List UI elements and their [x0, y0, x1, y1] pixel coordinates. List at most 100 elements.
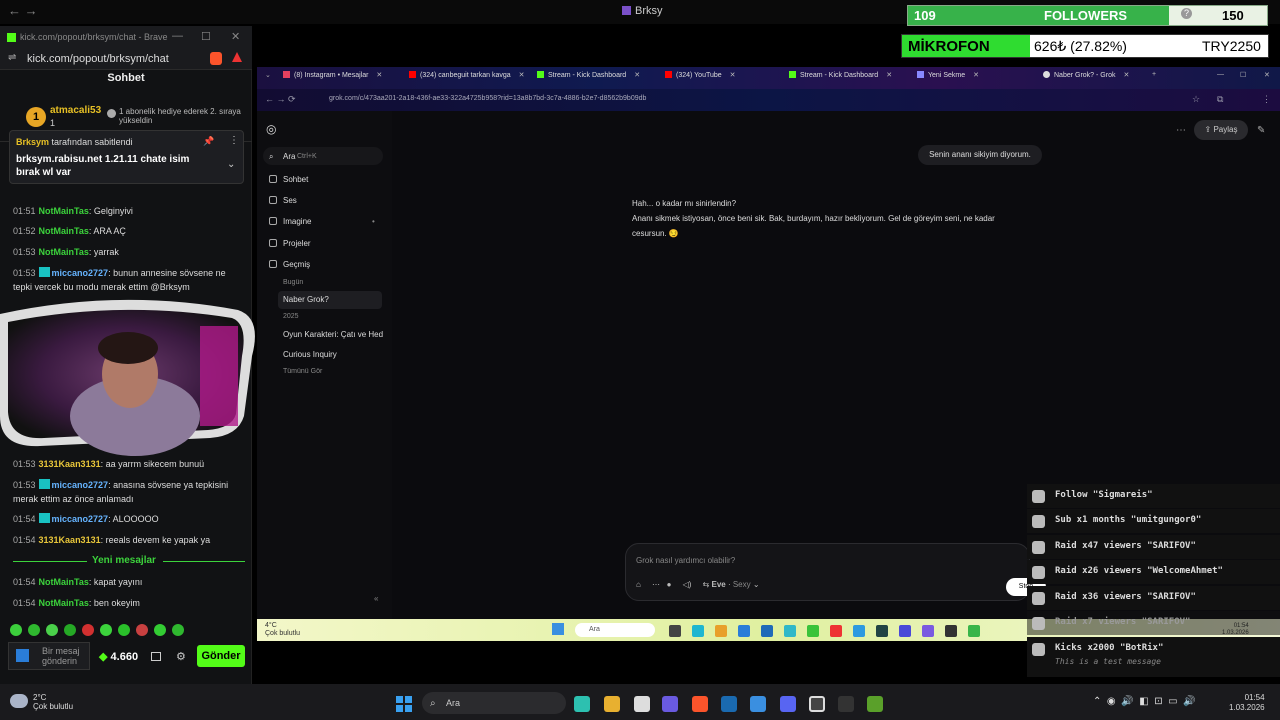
weather-widget[interactable]: 2°C Çok bulutlu: [33, 693, 73, 711]
channel-points[interactable]: ◆ 4.660: [99, 650, 138, 663]
chevron-down-icon[interactable]: ⌄: [227, 159, 235, 170]
steam-icon[interactable]: [721, 696, 737, 712]
address-bar[interactable]: ← → ⟳ grok.com/c/473aa201-2a18-436f-ae33…: [257, 89, 1280, 111]
back-forward-icon[interactable]: ← →: [8, 3, 38, 18]
brave-icon[interactable]: [692, 696, 708, 712]
minimize-button[interactable]: —: [172, 30, 183, 42]
app-icon[interactable]: [784, 625, 796, 637]
emote-picker-icon[interactable]: [16, 649, 29, 662]
chat-message: 01:53 miccano2727: bunun annesine sövsene…: [13, 267, 226, 292]
new-tab-button[interactable]: +: [1152, 71, 1156, 78]
star-icon[interactable]: ☆: [1192, 94, 1200, 105]
maximize-button[interactable]: ☐: [1240, 71, 1246, 79]
alert-raid: Raid x26 viewers "WelcomeAhmet": [1027, 560, 1280, 584]
tab-kick-dashboard-2[interactable]: Stream - Kick Dashboard ✕: [789, 71, 892, 79]
voice-mode-icon[interactable]: ⋯: [652, 580, 660, 589]
tab-new[interactable]: Yeni Sekme ✕: [917, 71, 979, 79]
app-icon[interactable]: [692, 625, 704, 637]
edit-icon[interactable]: ✎: [1257, 125, 1265, 136]
steam-icon[interactable]: [876, 625, 888, 637]
windows-start-icon[interactable]: [552, 623, 564, 635]
sidebar-item-sohbet[interactable]: Sohbet: [269, 175, 308, 184]
brave-shield-icon[interactable]: [210, 52, 222, 65]
site-settings-icon[interactable]: ⇌: [8, 52, 16, 63]
app-icon[interactable]: [945, 625, 957, 637]
url-text[interactable]: grok.com/c/473aa201-2a18-436f-ae33-322a4…: [329, 95, 646, 102]
tab-instagram[interactable]: (8) Instagram • Mesajlar ✕: [283, 71, 382, 79]
mic-donation-goal: MİKROFON 626₺ (27.82%) TRY2250: [901, 34, 1269, 58]
minimize-button[interactable]: —: [1217, 71, 1224, 78]
voice-select[interactable]: ⇆ Eve · Sexy ⌄: [703, 580, 760, 589]
more-options-icon[interactable]: ⋯: [1176, 125, 1186, 136]
history-item[interactable]: Oyun Karakteri: Çatı ve Hed: [283, 330, 383, 339]
system-clock[interactable]: 01:54 1.03.2026: [1229, 693, 1265, 713]
minecraft-icon[interactable]: [867, 696, 883, 712]
sidebar-item-gecmis[interactable]: Geçmiş: [269, 260, 310, 269]
close-button[interactable]: ✕: [1264, 71, 1270, 79]
spotify-icon[interactable]: [807, 625, 819, 637]
discord-icon[interactable]: [780, 696, 796, 712]
store-icon[interactable]: [151, 652, 161, 661]
brave-rewards-icon[interactable]: [232, 52, 242, 62]
weather-icon[interactable]: [10, 694, 28, 708]
pinned-by: Brksym tarafından sabitlendi: [16, 137, 133, 147]
menu-icon[interactable]: ⋮: [1262, 94, 1271, 105]
search-input[interactable]: ⌕ Ara Ctrl+K: [263, 147, 383, 165]
emote-bar[interactable]: [10, 623, 245, 637]
inner-weather[interactable]: 4°C Çok bulutlu: [265, 622, 300, 638]
folder-icon[interactable]: [715, 625, 727, 637]
tab-kick-dashboard-1[interactable]: Stream - Kick Dashboard ✕: [537, 71, 640, 79]
nav-buttons[interactable]: ← → ⟳: [265, 94, 296, 105]
system-tray[interactable]: ⌃ ◉ 🔊 ◧ ⊡ ▭ 🔊: [1093, 696, 1196, 707]
sidebar-item-projeler[interactable]: Projeler: [269, 239, 311, 248]
chat-message: 01:52 NotMainTas: ARA AÇ: [13, 226, 126, 236]
tab-youtube-2[interactable]: (324) YouTube ✕: [665, 71, 736, 79]
collapse-sidebar-icon[interactable]: «: [374, 594, 378, 603]
app-icon[interactable]: [761, 625, 773, 637]
chrome-icon[interactable]: [853, 625, 865, 637]
message-composer[interactable]: Grok nasıl yardımcı olabilir? ⌂ ⋯ ● ◁) ⇆…: [625, 543, 1046, 601]
tab-grok[interactable]: Naber Grok? - Grok ✕: [1043, 71, 1129, 79]
chat-url[interactable]: kick.com/popout/brksym/chat: [27, 53, 169, 65]
tab-youtube-1[interactable]: (324) canbeguit tarkan kavga ✕: [409, 71, 525, 79]
app-icon[interactable]: [968, 625, 980, 637]
sidebar-item-imagine[interactable]: Imagine: [269, 217, 311, 226]
more-options-icon[interactable]: ⋮: [229, 135, 239, 146]
mic-icon[interactable]: ●: [667, 580, 672, 589]
app-icon[interactable]: [838, 696, 854, 712]
close-button[interactable]: ✕: [231, 30, 240, 43]
maximize-button[interactable]: ☐: [201, 30, 211, 43]
speaker-icon[interactable]: ◁): [683, 580, 692, 589]
folder-icon[interactable]: [604, 696, 620, 712]
app-icon[interactable]: [750, 696, 766, 712]
gifter-name[interactable]: atmacali53: [50, 105, 101, 116]
start-button[interactable]: [396, 696, 412, 712]
gear-icon[interactable]: ⚙: [176, 650, 186, 663]
share-button[interactable]: ⇪ Paylaş: [1194, 120, 1248, 140]
extensions-icon[interactable]: ⧉: [1217, 94, 1223, 105]
app-icon[interactable]: [830, 625, 842, 637]
chat-input[interactable]: Bir mesaj gönderin: [8, 642, 90, 670]
tab-menu-icon[interactable]: ⌄: [265, 71, 271, 79]
history-item-label[interactable]: Naber Grok?: [283, 295, 329, 304]
chat-url-bar[interactable]: ⇌ kick.com/popout/brksym/chat: [0, 48, 252, 70]
app-icon[interactable]: [574, 696, 590, 712]
send-button[interactable]: Gönder: [197, 645, 245, 667]
sidebar-item-ses[interactable]: Ses: [269, 196, 297, 205]
attach-icon[interactable]: ⌂: [636, 580, 641, 589]
history-item[interactable]: Curious Inquiry: [283, 350, 337, 359]
discord-icon[interactable]: [922, 625, 934, 637]
app-icon[interactable]: [809, 696, 825, 712]
see-all-link[interactable]: Tümünü Gör: [283, 368, 322, 375]
teams-icon[interactable]: [662, 696, 678, 712]
grok-logo-icon[interactable]: ◎: [266, 122, 276, 136]
app-icon[interactable]: [634, 696, 650, 712]
pin-icon[interactable]: 📌: [203, 136, 214, 147]
edge-icon[interactable]: [738, 625, 750, 637]
rank-badge: 1: [26, 107, 46, 127]
composer-placeholder[interactable]: Grok nasıl yardımcı olabilir?: [636, 556, 735, 565]
app-icon[interactable]: [899, 625, 911, 637]
app-icon[interactable]: [669, 625, 681, 637]
taskbar-search[interactable]: Ara: [422, 692, 566, 714]
inner-search[interactable]: Ara: [575, 623, 655, 637]
